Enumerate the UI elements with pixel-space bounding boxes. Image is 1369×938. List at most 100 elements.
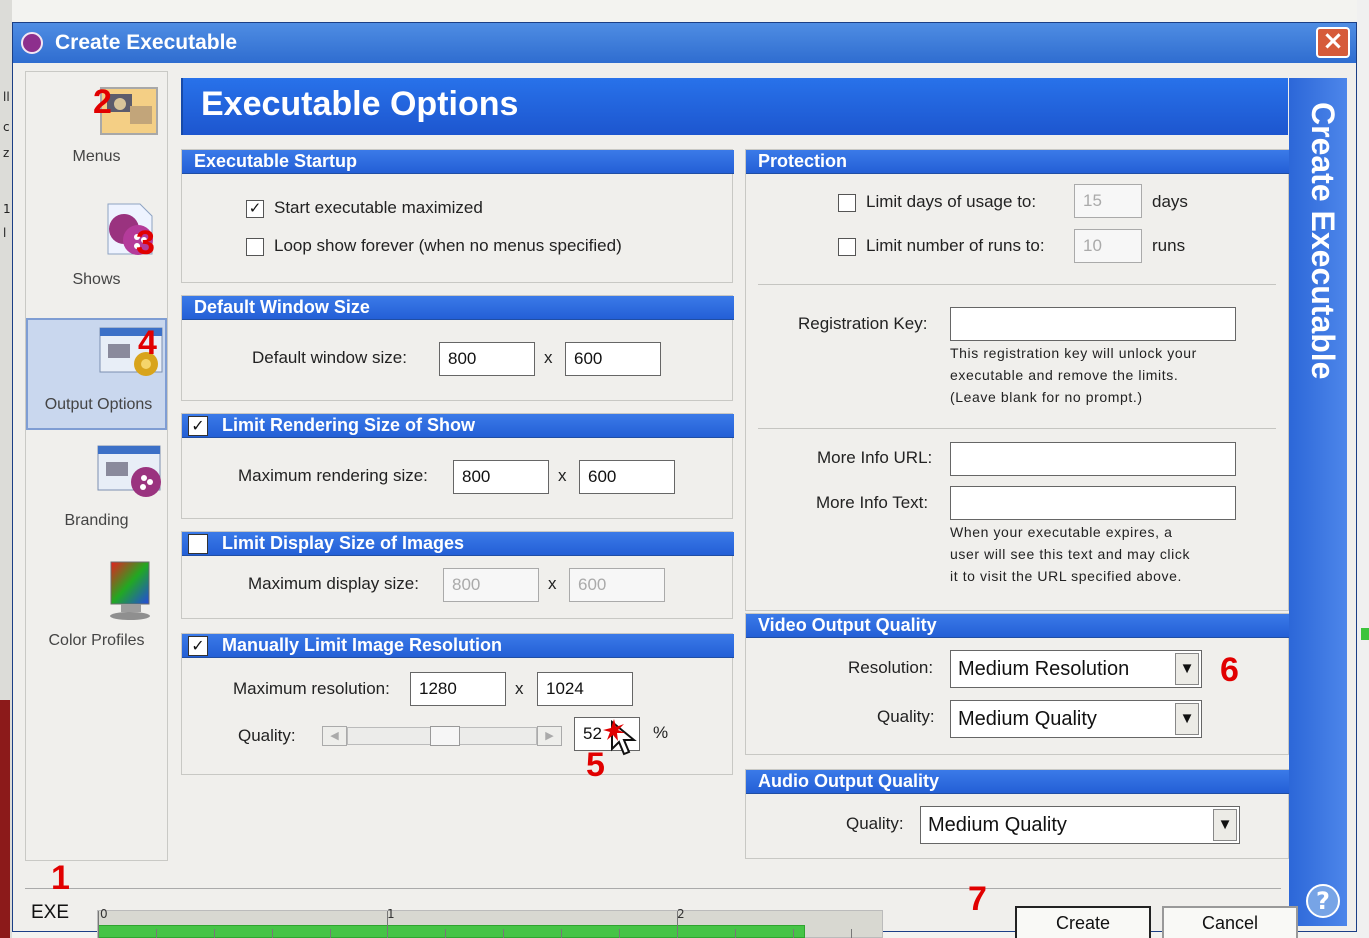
selected-value: Medium Quality [958, 708, 1097, 730]
more-info-url-input[interactable] [950, 442, 1236, 476]
background-text: ll [3, 90, 10, 104]
maximum-resolution-label: Maximum resolution: [233, 679, 390, 698]
resolution-width-input[interactable]: 1280 [410, 672, 506, 706]
section-header: Default Window Size [182, 296, 734, 320]
timeline-minor-tick [330, 929, 331, 938]
loop-show-label: Loop show forever (when no menus specifi… [274, 236, 622, 255]
days-input[interactable]: 15 [1074, 184, 1142, 218]
expires-note: When your executable expires, a [950, 524, 1173, 540]
more-info-text-label: More Info Text: [816, 493, 929, 512]
registration-note: (Leave blank for no prompt.) [950, 389, 1143, 405]
close-button[interactable]: × [1316, 27, 1350, 58]
timeline-minor-tick [735, 929, 736, 938]
limit-days-checkbox[interactable] [838, 194, 856, 212]
default-height-input[interactable]: 600 [565, 342, 661, 376]
display-width-input[interactable]: 800 [443, 568, 539, 602]
app-icon [21, 32, 43, 54]
timeline-minor-tick [851, 929, 852, 938]
timeline-minor-tick [445, 929, 446, 938]
slider-right-arrow[interactable]: ▶ [537, 726, 562, 746]
window-titlebar[interactable]: Create Executable × [13, 23, 1356, 63]
rendering-width-input[interactable]: 800 [453, 460, 549, 494]
quality-percent-label: % [653, 723, 669, 742]
timeline-minor-tick [503, 929, 504, 938]
chevron-down-icon[interactable]: ▼ [1175, 703, 1199, 735]
runs-input[interactable]: 10 [1074, 229, 1142, 263]
runs-unit: runs [1152, 236, 1186, 255]
registration-key-input[interactable] [950, 307, 1236, 341]
resolution-height-input[interactable]: 1024 [537, 672, 633, 706]
limit-runs-label: Limit number of runs to: [866, 236, 1045, 255]
help-icon[interactable]: ? [1306, 884, 1340, 918]
sidebar-item-color-profiles[interactable]: Color Profiles [26, 558, 167, 670]
video-resolution-select[interactable]: Medium Resolution ▼ [950, 650, 1202, 688]
sidebar-item-shows[interactable]: 3 Shows [26, 198, 167, 310]
page-heading: Executable Options [181, 78, 1288, 135]
color-profiles-icon [59, 558, 150, 620]
timeline-minor-tick [561, 929, 562, 938]
sidebar-item-menus[interactable]: 2 Menus [26, 80, 167, 192]
days-unit: days [1152, 192, 1188, 211]
create-button[interactable]: Create [1015, 906, 1151, 938]
expires-note: it to visit the URL specified above. [950, 568, 1182, 584]
section-divider [758, 428, 1276, 429]
limit-rendering-size-section: ✓ Limit Rendering Size of Show Maximum re… [181, 413, 734, 519]
video-resolution-label: Resolution: [848, 658, 934, 677]
section-title: Protection [758, 151, 848, 171]
protection-section: Protection Limit days of usage to: 15 da… [745, 149, 1290, 611]
timeline-tick-label: 0 [100, 907, 108, 921]
limit-days-label: Limit days of usage to: [866, 192, 1037, 211]
limit-runs-checkbox[interactable] [838, 238, 856, 256]
timeline-major-tick [98, 911, 99, 938]
annotation-number: 5 [586, 746, 605, 784]
timeline-track[interactable]: 0 1 2 [97, 907, 883, 938]
more-info-url-label: More Info URL: [817, 448, 933, 467]
registration-note: This registration key will unlock your [950, 345, 1197, 361]
audio-quality-label: Quality: [846, 814, 904, 833]
status-bar: 1 EXE 0 1 2 7 Create Cancel [25, 859, 1298, 938]
timeline-tick-label: 2 [677, 907, 685, 921]
timeline-minor-tick [272, 929, 273, 938]
section-header[interactable]: ✓ Limit Rendering Size of Show [182, 414, 734, 438]
sidebar: 2 Menus 3 Shows 4 Output Options Brandin… [25, 71, 168, 861]
chevron-down-icon[interactable]: ▼ [1175, 653, 1199, 685]
selected-value: Medium Resolution [958, 658, 1130, 680]
size-separator: x [558, 466, 567, 485]
sidebar-item-output-options[interactable]: 4 Output Options [26, 318, 167, 430]
quality-slider-thumb[interactable] [430, 726, 460, 746]
timeline-label: EXE [31, 902, 70, 923]
manual-resolution-checkbox[interactable]: ✓ [188, 636, 208, 656]
registration-key-label: Registration Key: [798, 314, 928, 333]
background-text: 1 [3, 202, 11, 216]
branding-icon [59, 438, 161, 500]
display-height-input[interactable]: 600 [569, 568, 665, 602]
section-header[interactable]: ✓ Manually Limit Image Resolution [182, 634, 734, 658]
rendering-height-input[interactable]: 600 [579, 460, 675, 494]
timeline-progress-fill [98, 925, 805, 938]
annotation-number: 3 [136, 224, 155, 262]
start-maximized-checkbox[interactable]: ✓ [246, 200, 264, 218]
limit-rendering-checkbox[interactable]: ✓ [188, 416, 208, 436]
background-text: z [3, 146, 10, 160]
section-header[interactable]: Limit Display Size of Images [182, 532, 734, 556]
more-info-text-input[interactable] [950, 486, 1236, 520]
slider-left-arrow[interactable]: ◀ [322, 726, 347, 746]
default-window-size-section: Default Window Size Default window size:… [181, 295, 734, 401]
section-title: Default Window Size [194, 297, 370, 317]
video-output-quality-section: Video Output Quality Resolution: Medium … [745, 613, 1290, 755]
section-title: Limit Display Size of Images [222, 533, 465, 553]
video-quality-select[interactable]: Medium Quality ▼ [950, 700, 1202, 738]
timeline-tick-label: 1 [387, 907, 395, 921]
background-green-marker [1361, 628, 1369, 640]
limit-display-checkbox[interactable] [188, 534, 208, 554]
section-title: Video Output Quality [758, 615, 937, 635]
annotation-number: 1 [51, 859, 70, 897]
sidebar-item-branding[interactable]: Branding [26, 438, 167, 550]
cancel-button[interactable]: Cancel [1162, 906, 1298, 938]
default-window-size-label: Default window size: [252, 348, 407, 367]
audio-quality-select[interactable]: Medium Quality ▼ [920, 806, 1240, 844]
chevron-down-icon[interactable]: ▼ [1213, 809, 1237, 841]
loop-show-checkbox[interactable] [246, 238, 264, 256]
default-width-input[interactable]: 800 [439, 342, 535, 376]
registration-note: executable and remove the limits. [950, 367, 1179, 383]
